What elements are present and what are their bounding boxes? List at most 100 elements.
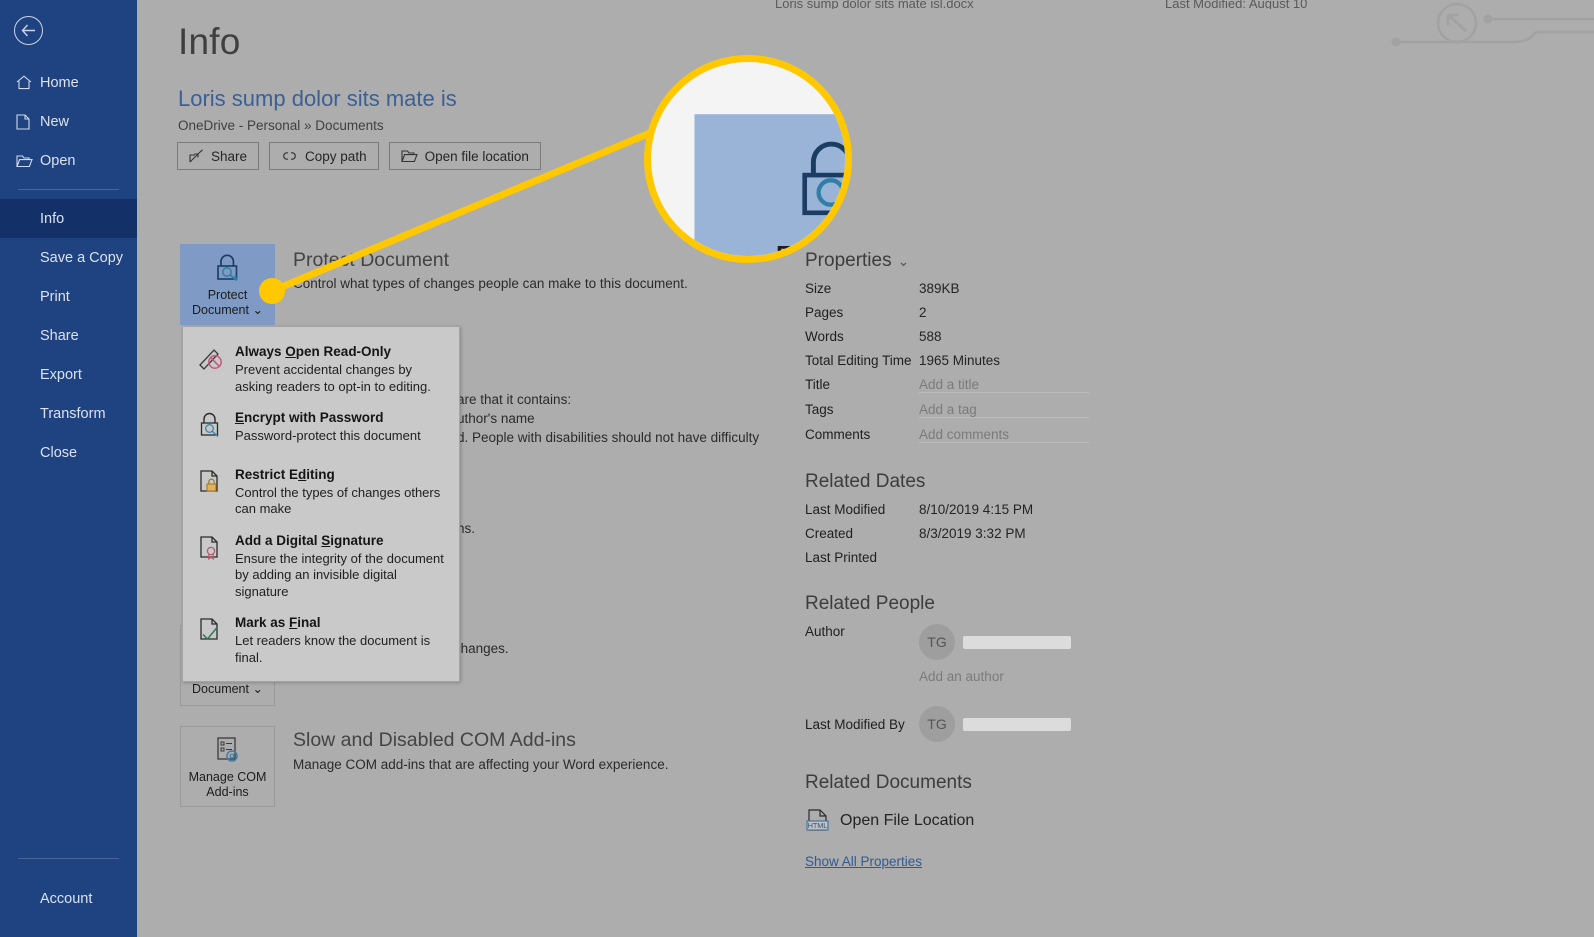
manage-com-addins-button[interactable]: Manage COM Add-ins bbox=[180, 726, 275, 807]
sidebar-item-transform[interactable]: Transform bbox=[0, 394, 137, 433]
last-modified-by-key: Last Modified By bbox=[805, 716, 905, 732]
add-author-row[interactable]: Add an author bbox=[805, 669, 1135, 684]
property-row-tags[interactable]: Tags Add a tag bbox=[805, 402, 1135, 418]
sidebar-item-save-a-copy[interactable]: Save a Copy bbox=[0, 238, 137, 277]
open-file-location-label: Open File Location bbox=[840, 812, 975, 829]
chevron-down-icon[interactable]: ⌄ bbox=[898, 253, 910, 270]
protect-document-button[interactable]: Protect Document ⌄ bbox=[180, 244, 275, 325]
menu-item-description: Let readers know the document is final. bbox=[235, 633, 431, 665]
related-date-row: Last Printed bbox=[805, 550, 1135, 565]
modified-by-name-redacted bbox=[963, 717, 1071, 731]
related-documents-heading: Related Documents bbox=[805, 772, 972, 793]
button-label: Share bbox=[211, 148, 248, 164]
property-row: Words 588 bbox=[805, 329, 1135, 344]
sidebar-item-new[interactable]: New bbox=[0, 102, 137, 141]
date-key: Last Modified bbox=[805, 502, 886, 517]
menu-item-description: Password-protect this document bbox=[235, 428, 421, 443]
property-row: Pages 2 bbox=[805, 305, 1135, 320]
com-addins-section: Manage COM Add-ins bbox=[180, 726, 275, 807]
inspect-document-hidden-line-1: are that it contains: bbox=[457, 392, 572, 407]
com-button-label-2: Add-ins bbox=[206, 785, 249, 799]
lock-key-icon bbox=[216, 254, 238, 282]
com-addins-icon bbox=[216, 737, 238, 762]
sidebar-item-export[interactable]: Export bbox=[0, 355, 137, 394]
menu-item-title: Restrict Editing bbox=[235, 466, 335, 482]
sidebar-footer: Account bbox=[0, 849, 137, 937]
folder-icon bbox=[16, 154, 40, 168]
chevron-down-icon[interactable]: ⌄ bbox=[252, 303, 262, 317]
comments-field[interactable]: Add comments bbox=[919, 427, 1089, 443]
menu-item-restrict-editing[interactable]: Restrict Editing Control the types of ch… bbox=[183, 459, 459, 525]
sidebar-item-label: Home bbox=[40, 74, 79, 91]
menu-item-title: Add a Digital Signature bbox=[235, 532, 384, 548]
sidebar-item-label: Share bbox=[40, 327, 79, 344]
property-row-title[interactable]: Title Add a title bbox=[805, 377, 1135, 393]
sidebar-item-label: Export bbox=[40, 366, 82, 383]
sidebar-divider bbox=[18, 189, 119, 190]
avatar: TG bbox=[919, 706, 955, 742]
magnified-protect-document-button[interactable]: Protect Document ⌄ bbox=[694, 114, 845, 256]
protect-document-dropdown-menu: Always Open Read-Only Prevent accidental… bbox=[182, 326, 460, 682]
menu-item-description: Control the types of changes others can … bbox=[235, 484, 441, 517]
document-lock-icon bbox=[197, 466, 235, 518]
property-value: 1965 Minutes bbox=[919, 353, 1001, 368]
sidebar-item-home[interactable]: Home bbox=[0, 63, 137, 102]
sidebar: Home New Open Info Save a Copy Print Sha… bbox=[0, 0, 137, 937]
sidebar-item-account[interactable]: Account bbox=[0, 881, 137, 917]
menu-item-title: Always Open Read-Only bbox=[235, 344, 392, 359]
menu-item-description: Prevent accidental changes by asking rea… bbox=[235, 362, 431, 394]
sidebar-item-close[interactable]: Close bbox=[0, 433, 137, 472]
related-date-row: Created 8/3/2019 3:32 PM bbox=[805, 526, 1135, 541]
magnifier-callout: Protect Document ⌄ Alwa bbox=[644, 55, 852, 263]
author-name-redacted bbox=[963, 635, 1071, 649]
author-key: Author bbox=[805, 624, 845, 639]
manage-button-label-2: Document bbox=[192, 682, 249, 696]
menu-item-encrypt-with-password[interactable]: Encrypt with Password Password-protect t… bbox=[183, 402, 459, 452]
property-key: Title bbox=[805, 377, 831, 392]
document-seal-icon bbox=[197, 532, 235, 601]
document-check-icon bbox=[197, 614, 235, 666]
back-button[interactable] bbox=[14, 16, 43, 45]
document-title: Loris sump dolor sits mate is bbox=[178, 86, 457, 111]
show-all-properties-link[interactable]: Show All Properties bbox=[805, 854, 1135, 869]
lock-key-icon bbox=[800, 141, 845, 216]
property-key: Comments bbox=[805, 427, 871, 442]
menu-item-mark-as-final[interactable]: Mark as Final Let readers know the docum… bbox=[183, 607, 459, 673]
protect-document-section: Protect Document ⌄ bbox=[180, 244, 275, 325]
home-icon bbox=[16, 75, 40, 90]
menu-item-always-open-read-only[interactable]: Always Open Read-Only Prevent accidental… bbox=[183, 336, 459, 402]
date-value: 8/3/2019 3:32 PM bbox=[919, 526, 1026, 541]
add-author-field[interactable]: Add an author bbox=[919, 669, 1004, 684]
date-key: Created bbox=[805, 526, 854, 541]
title-field[interactable]: Add a title bbox=[919, 377, 1089, 393]
protect-document-description: Control what types of changes people can… bbox=[293, 276, 688, 291]
open-file-location-button[interactable]: Open file location bbox=[388, 142, 541, 170]
tags-field[interactable]: Add a tag bbox=[919, 402, 1089, 418]
com-addins-description: Manage COM add-ins that are affecting yo… bbox=[293, 757, 669, 772]
menu-item-add-digital-signature[interactable]: Add a Digital Signature Ensure the integ… bbox=[183, 525, 459, 608]
properties-heading-row: Properties ⌄ bbox=[805, 250, 1135, 272]
sidebar-item-label: Account bbox=[40, 891, 93, 907]
sidebar-item-label: Info bbox=[40, 210, 65, 227]
last-modified-by-row: Last Modified By TG bbox=[805, 706, 1135, 742]
menu-item-title: Mark as Final bbox=[235, 615, 321, 630]
related-dates-heading: Related Dates bbox=[805, 471, 926, 492]
open-file-location-link[interactable]: HTML Open File Location bbox=[805, 808, 1135, 834]
chevron-down-icon[interactable]: ⌄ bbox=[252, 682, 262, 696]
sidebar-item-label: Save a Copy bbox=[40, 249, 124, 266]
page-icon bbox=[16, 113, 40, 130]
property-row-comments[interactable]: Comments Add comments bbox=[805, 427, 1135, 443]
sidebar-item-print[interactable]: Print bbox=[0, 277, 137, 316]
property-key: Words bbox=[805, 329, 844, 344]
share-button[interactable]: Share bbox=[177, 142, 260, 170]
properties-panel: Properties ⌄ Size 389KB Pages 2 Words 58… bbox=[805, 0, 1135, 869]
sidebar-item-open[interactable]: Open bbox=[0, 141, 137, 180]
property-key: Tags bbox=[805, 402, 834, 417]
related-date-row: Last Modified 8/10/2019 4:15 PM bbox=[805, 502, 1135, 517]
property-key: Pages bbox=[805, 305, 844, 320]
arrow-left-icon bbox=[21, 24, 35, 37]
sidebar-item-info[interactable]: Info bbox=[0, 199, 137, 238]
sidebar-item-share[interactable]: Share bbox=[0, 316, 137, 355]
property-value: 588 bbox=[919, 329, 942, 344]
copy-path-button[interactable]: Copy path bbox=[269, 142, 379, 170]
